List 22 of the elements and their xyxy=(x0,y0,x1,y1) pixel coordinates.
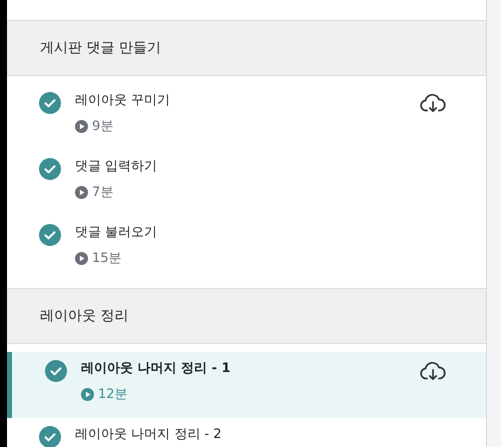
lesson-item[interactable]: 레이아웃 꾸미기 9분 xyxy=(7,84,486,150)
lesson-item[interactable]: 댓글 입력하기 7분 xyxy=(7,150,486,216)
play-icon xyxy=(75,186,88,198)
lesson-duration: 12분 xyxy=(98,386,128,403)
lesson-title: 레이아웃 꾸미기 xyxy=(75,92,172,110)
section-header[interactable]: 게시판 댓글 만들기 xyxy=(7,20,486,76)
lesson-item[interactable]: 레이아웃 나머지 정리 - 1 12분 xyxy=(7,352,486,418)
play-icon xyxy=(81,388,94,400)
lesson-duration: 7분 xyxy=(92,184,114,201)
lesson-item[interactable]: 댓글 불러오기 15분 xyxy=(7,216,486,282)
lesson-item[interactable]: 레이아웃 나머지 정리 - 2 xyxy=(7,418,486,447)
section-header[interactable]: 레이아웃 정리 xyxy=(7,288,486,344)
cloud-download-icon[interactable] xyxy=(420,361,446,381)
play-icon xyxy=(75,120,88,132)
lesson-title: 댓글 불러오기 xyxy=(75,224,158,242)
lesson-duration: 9분 xyxy=(92,118,114,135)
lesson-title: 레이아웃 나머지 정리 - 2 xyxy=(75,426,222,444)
lesson-title: 댓글 입력하기 xyxy=(75,158,158,176)
play-icon xyxy=(75,252,88,264)
lesson-title: 레이아웃 나머지 정리 - 1 xyxy=(81,360,232,378)
cloud-download-icon[interactable] xyxy=(420,93,446,113)
lesson-duration: 15분 xyxy=(92,250,122,267)
